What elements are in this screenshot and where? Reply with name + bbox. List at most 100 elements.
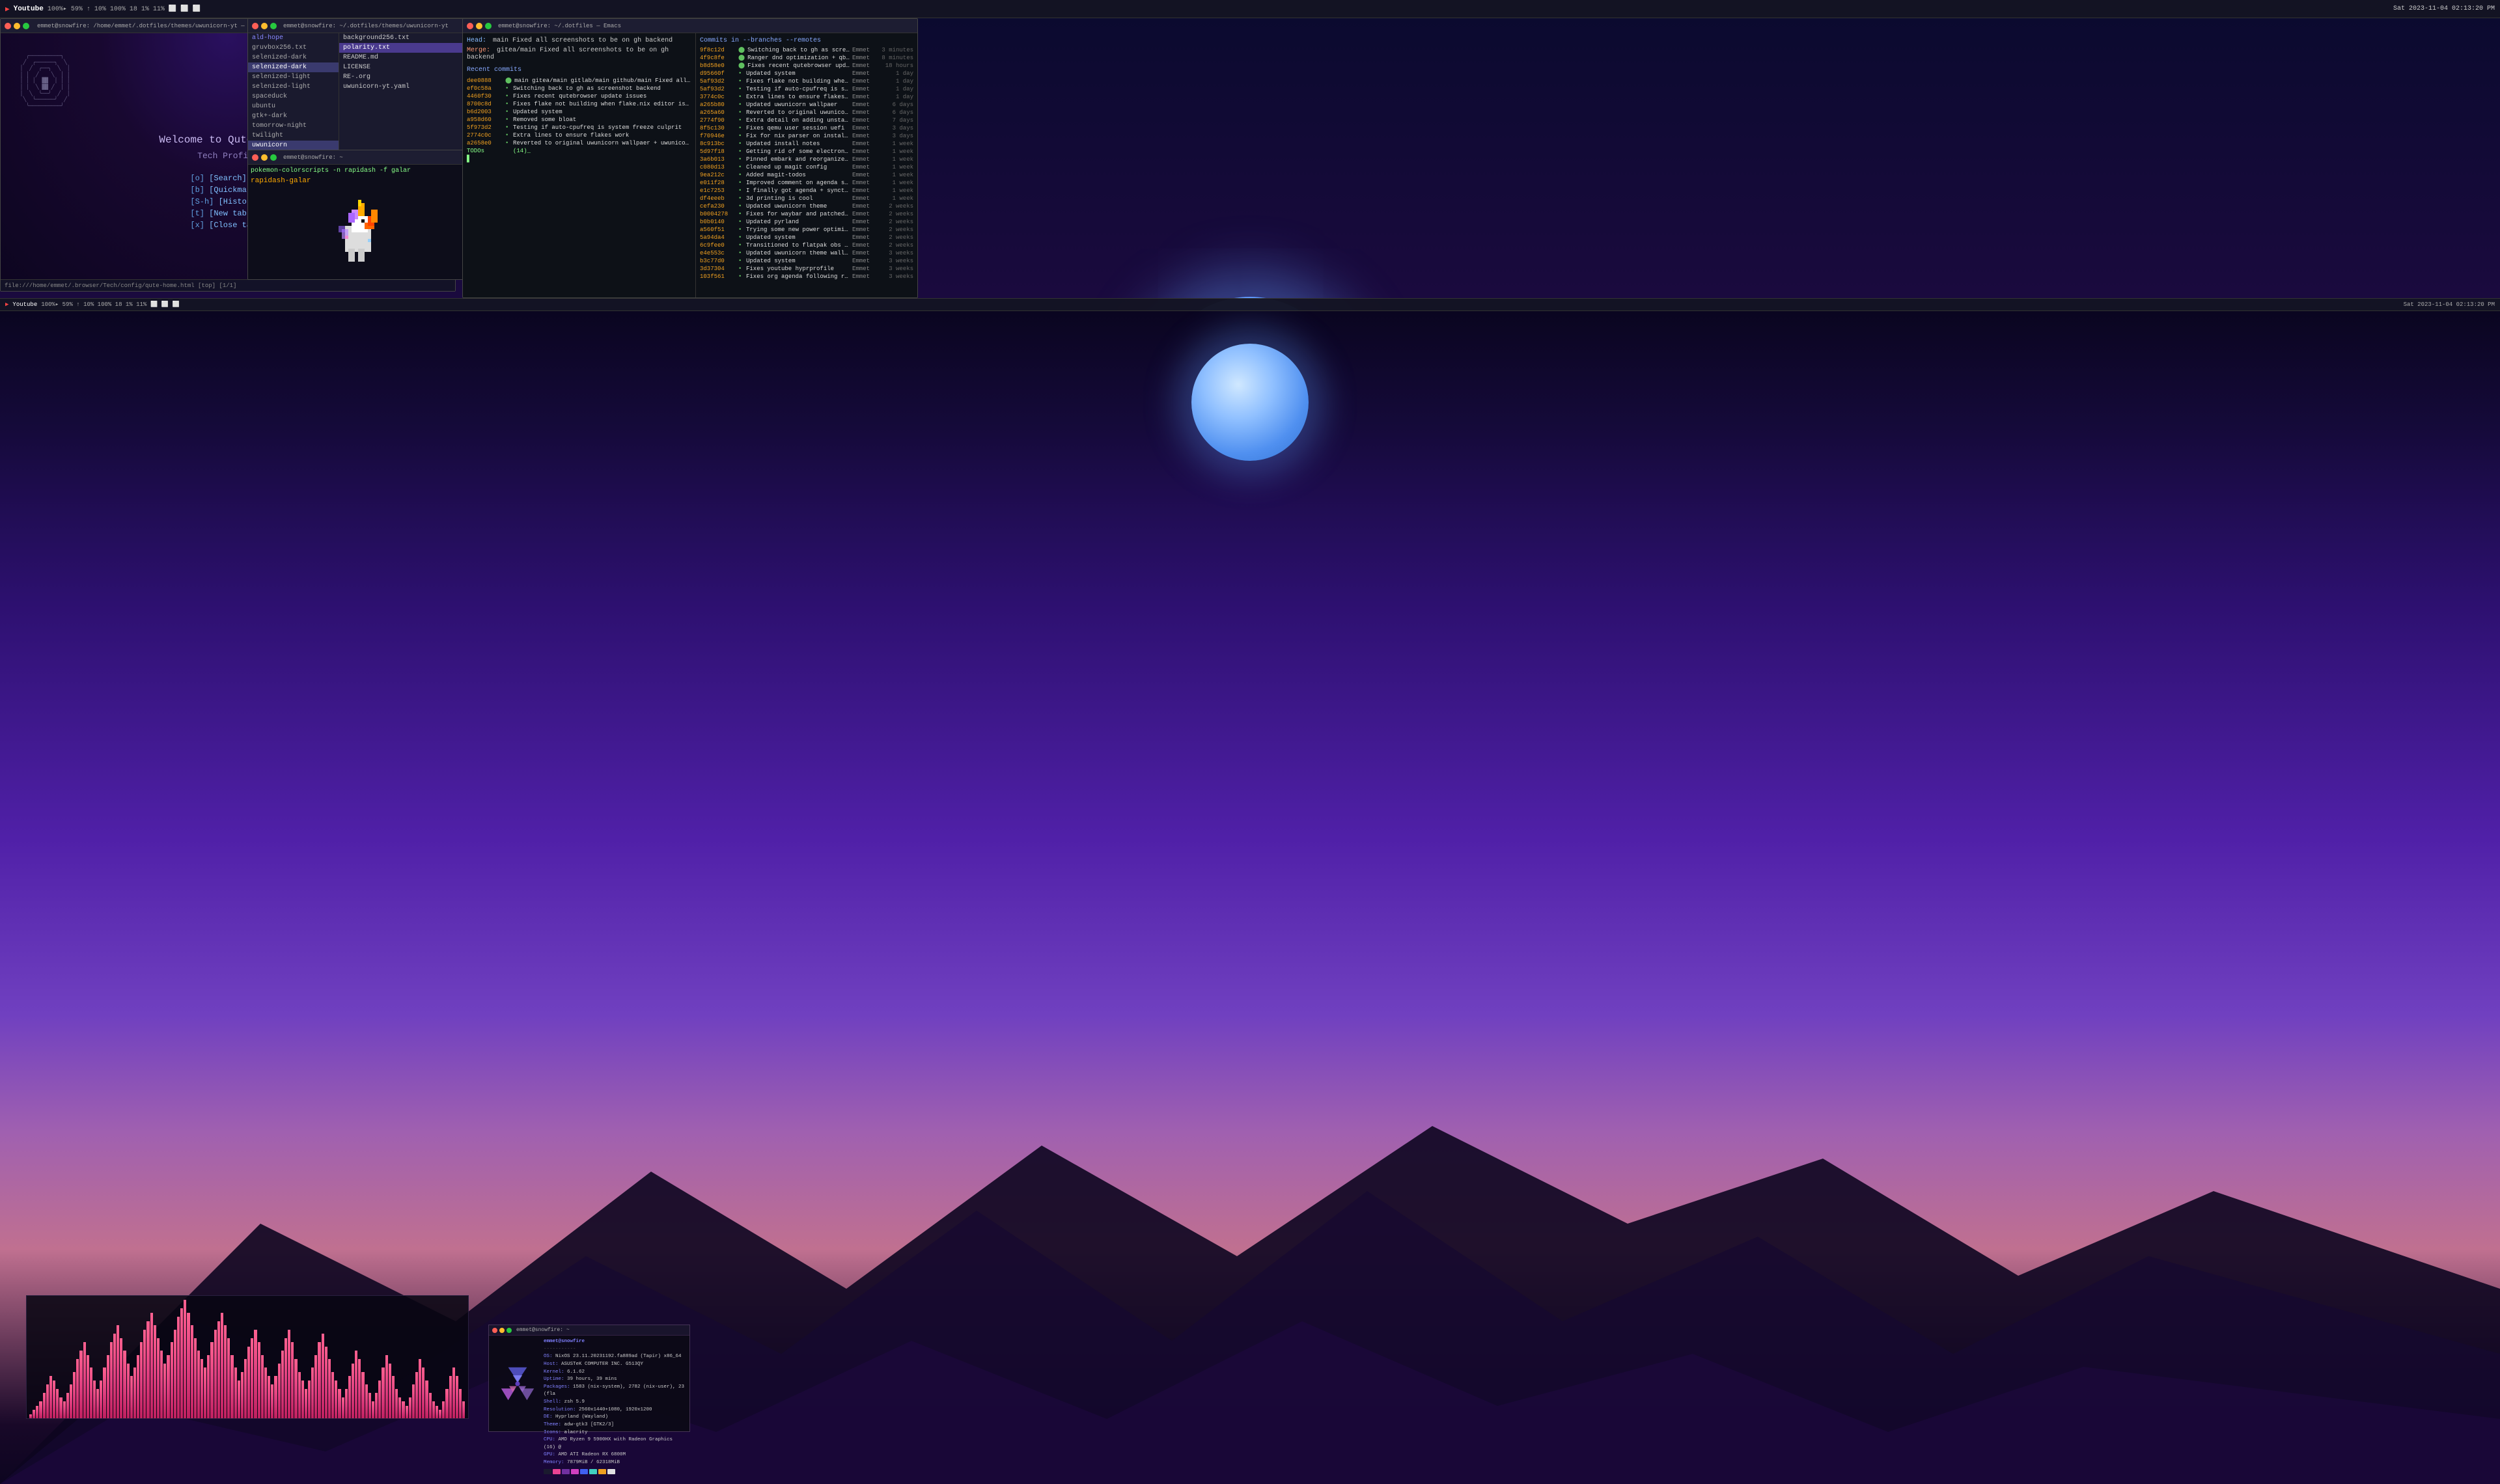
qute-statusbar-text: file:///home/emmet/.browser/Tech/config/… <box>5 282 236 289</box>
topbar-datetime: Sat 2023-11-04 02:13:20 PM <box>2393 5 2495 12</box>
commit-hash: d95660f <box>700 70 736 77</box>
viz-bar <box>422 1367 424 1418</box>
viz-bar <box>298 1372 301 1419</box>
viz-bar <box>409 1397 411 1419</box>
viz-bar <box>177 1317 180 1418</box>
file-item-readme[interactable]: README.md <box>339 53 468 62</box>
neofetch-separator: ----------- <box>544 1346 687 1354</box>
bottom-wallpaper-section: emmet@snowfire: ~ <box>0 311 2500 1484</box>
viz-bar <box>365 1384 368 1418</box>
viz-bar <box>217 1321 220 1419</box>
commit-hash: 3d37304 <box>700 266 736 272</box>
close-button[interactable] <box>5 23 11 29</box>
viz-bar <box>241 1372 243 1419</box>
viz-bar <box>271 1384 273 1418</box>
viz-bar <box>375 1393 378 1418</box>
theme-item-selenized-dark1[interactable]: selenized-dark <box>248 53 339 62</box>
commit-author: Emmet <box>852 102 878 108</box>
theme-item-gtkdark[interactable]: gtk+-dark <box>248 111 339 121</box>
commit-message: Removed some bloat <box>513 117 691 123</box>
maximize-button[interactable] <box>23 23 29 29</box>
pokemon-close[interactable] <box>252 154 258 161</box>
viz-bar <box>288 1330 290 1419</box>
commit-hash: a2658e0 <box>467 140 503 146</box>
git-minimize[interactable] <box>476 23 482 29</box>
file-item-reorg[interactable]: RE-.org <box>339 72 468 82</box>
viz-bar <box>412 1384 415 1418</box>
bottom-mountains <box>0 1093 2500 1484</box>
file-item-yaml[interactable]: uwunicorn-yt.yaml <box>339 82 468 92</box>
commit-time: 3 days <box>881 125 913 131</box>
viz-bar <box>174 1330 176 1419</box>
viz-bar <box>406 1406 408 1419</box>
git-maximize[interactable] <box>485 23 492 29</box>
commit-time: 1 week <box>881 148 913 155</box>
color-swatch-2 <box>553 1469 561 1474</box>
pokemon-title-text: emmet@snowfire: ~ <box>283 154 343 161</box>
table-row: c080d13 • Cleaned up magit config Emmet … <box>700 164 913 171</box>
file-item-polarity[interactable]: polarity.txt <box>339 43 468 53</box>
viz-bar <box>100 1381 102 1419</box>
commit-message: Trying some new power optimizations! <box>746 227 850 233</box>
viz-bar <box>214 1330 217 1419</box>
viz-bar <box>59 1397 62 1419</box>
bottom-topbar-title: Youtube <box>12 301 37 308</box>
commit-author: Emmet <box>852 148 878 155</box>
viz-bar <box>285 1338 287 1418</box>
pokemon-minimize[interactable] <box>261 154 268 161</box>
visualizer-window <box>26 1295 469 1419</box>
commit-time: 3 weeks <box>881 258 913 264</box>
viz-bar <box>462 1401 465 1418</box>
commit-hash: 5f973d2 <box>467 124 503 131</box>
theme-item-ubuntu[interactable]: ubuntu <box>248 102 339 111</box>
file-item-license[interactable]: LICENSE <box>339 62 468 72</box>
theme-item-selenized-light2[interactable]: selenized-light <box>248 82 339 92</box>
commit-message: Fixes flake not building when flake.nix … <box>513 101 691 107</box>
theme-item-spaceduck[interactable]: spaceduck <box>248 92 339 102</box>
color-swatch-7 <box>598 1469 606 1474</box>
commit-author: Emmet <box>852 133 878 139</box>
viz-bar <box>392 1376 395 1418</box>
commit-message: Extra lines to ensure flakes work <box>513 132 691 139</box>
color-swatch-8 <box>607 1469 615 1474</box>
commit-message: Switching back to gh as screenshot sub <box>747 47 850 53</box>
commit-message: I finally got agenda + syncthing to b <box>746 187 850 194</box>
theme-close-button[interactable] <box>252 23 258 29</box>
git-close[interactable] <box>467 23 473 29</box>
theme-item-tomorrow[interactable]: tomorrow-night <box>248 121 339 131</box>
viz-bar <box>207 1355 210 1419</box>
theme-item-gruvbox[interactable]: gruvbox256.txt <box>248 43 339 53</box>
viz-bar <box>436 1406 438 1419</box>
theme-maximize-button[interactable] <box>270 23 277 29</box>
viz-bar <box>361 1372 364 1419</box>
neofetch-minimize[interactable] <box>499 1328 505 1333</box>
commit-author: Emmet <box>852 195 878 202</box>
git-titlebar: emmet@snowfire: ~/.dotfiles — Emacs <box>463 19 917 33</box>
viz-bar <box>294 1359 297 1418</box>
viz-bar <box>322 1334 324 1418</box>
viz-bar <box>452 1367 455 1418</box>
viz-bar <box>385 1355 388 1419</box>
theme-item-uwunicorn[interactable]: uwunicorn <box>248 141 339 150</box>
theme-item-selenized-light1[interactable]: selenized-light <box>248 72 339 82</box>
theme-item-twilight[interactable]: twilight <box>248 131 339 141</box>
theme-left-panel: ald-hope gruvbox256.txt selenized-dark s… <box>248 33 339 161</box>
viz-bar <box>358 1359 361 1418</box>
commit-hash: b0004278 <box>700 211 736 217</box>
file-item-bg256[interactable]: background256.txt <box>339 33 468 43</box>
viz-bar <box>415 1372 418 1419</box>
neofetch-username: emmet@snowfire <box>544 1338 687 1346</box>
viz-bar <box>154 1325 156 1418</box>
neofetch-window: emmet@snowfire: ~ <box>488 1325 690 1432</box>
theme-item-selenized-dark2[interactable]: selenized-dark <box>248 62 339 72</box>
neofetch-maximize[interactable] <box>507 1328 512 1333</box>
pokemon-maximize[interactable] <box>270 154 277 161</box>
bottom-bg: emmet@snowfire: ~ <box>0 311 2500 1484</box>
theme-minimize-button[interactable] <box>261 23 268 29</box>
viz-bar <box>308 1381 311 1419</box>
commit-hash: 5a94da4 <box>700 234 736 241</box>
table-row: ef0c58a • Switching back to gh as screen… <box>467 85 691 92</box>
neofetch-close[interactable] <box>492 1328 497 1333</box>
minimize-button[interactable] <box>14 23 20 29</box>
theme-item-aldhope[interactable]: ald-hope <box>248 33 339 43</box>
